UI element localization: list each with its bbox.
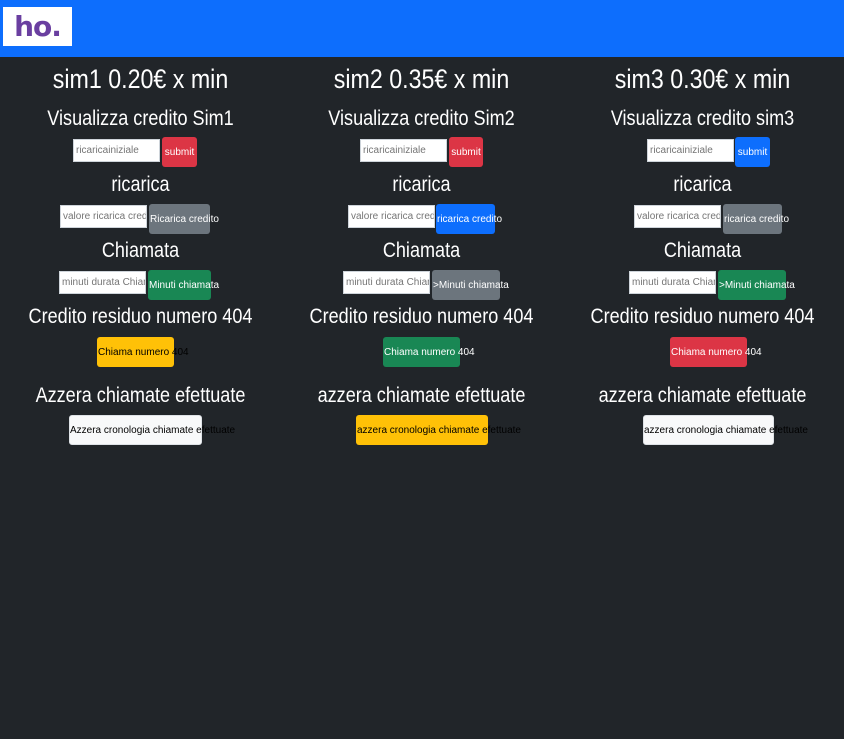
recharge-amount-input[interactable] — [348, 205, 435, 228]
reset-calls-heading: azzera chiamate efettuate — [598, 384, 807, 407]
initial-credit-input[interactable] — [73, 139, 160, 162]
recharge-button[interactable]: ricarica credito — [723, 204, 789, 234]
residual-credit-heading: Credito residuo numero 404 — [309, 305, 534, 328]
sim2-column: sim2 0.35€ x min Visualizza credito Sim2… — [281, 57, 562, 457]
call-minutes-button[interactable]: Minuti chiamata — [148, 270, 219, 300]
reset-calls-heading: azzera chiamate efettuate — [317, 384, 526, 407]
recharge-amount-input[interactable] — [60, 205, 147, 228]
call-404-button[interactable]: Chiama numero 404 — [670, 337, 762, 367]
reset-history-button[interactable]: Azzera cronologia chiamate efettuate — [69, 415, 235, 445]
sim-title: sim3 0.30€ x min — [614, 64, 791, 94]
reset-calls-heading: Azzera chiamate efettuate — [35, 384, 246, 407]
initial-credit-input[interactable] — [360, 139, 447, 162]
recharge-button[interactable]: ricarica credito — [436, 204, 502, 234]
recharge-button[interactable]: Ricarica credito — [149, 204, 219, 234]
navbar: ho. — [0, 0, 844, 57]
reset-history-button[interactable]: azzera cronologia chiamate efettuate — [356, 415, 521, 445]
sim3-column: sim3 0.30€ x min Visualizza credito sim3… — [562, 57, 843, 457]
sim-title: sim1 0.20€ x min — [52, 64, 229, 94]
recharge-amount-input[interactable] — [634, 205, 721, 228]
call-heading: Chiamata — [101, 239, 180, 262]
reset-history-button[interactable]: azzera cronologia chiamate efettuate — [643, 415, 808, 445]
call-heading: Chiamata — [382, 239, 461, 262]
credit-heading: Visualizza credito sim3 — [610, 107, 795, 130]
call-duration-input[interactable] — [343, 271, 430, 294]
submit-button[interactable]: submit — [449, 137, 483, 167]
initial-credit-input[interactable] — [647, 139, 734, 162]
credit-heading: Visualizza credito Sim2 — [328, 107, 515, 130]
submit-button[interactable]: submit — [162, 137, 197, 167]
credit-heading: Visualizza credito Sim1 — [47, 107, 234, 130]
call-404-button[interactable]: Chiama numero 404 — [97, 337, 189, 367]
residual-credit-heading: Credito residuo numero 404 — [28, 305, 253, 328]
recharge-heading: ricarica — [111, 173, 170, 196]
recharge-heading: ricarica — [673, 173, 732, 196]
brand-logo[interactable]: ho. — [3, 7, 72, 46]
call-heading: Chiamata — [663, 239, 742, 262]
sim1-column: sim1 0.20€ x min Visualizza credito Sim1… — [0, 57, 281, 457]
residual-credit-heading: Credito residuo numero 404 — [590, 305, 815, 328]
recharge-heading: ricarica — [392, 173, 451, 196]
call-duration-input[interactable] — [629, 271, 716, 294]
call-duration-input[interactable] — [59, 271, 146, 294]
call-404-button[interactable]: Chiama numero 404 — [383, 337, 475, 367]
sim-title: sim2 0.35€ x min — [333, 64, 510, 94]
call-minutes-button[interactable]: >Minuti chiamata — [432, 270, 509, 300]
submit-button[interactable]: submit — [735, 137, 770, 167]
call-minutes-button[interactable]: >Minuti chiamata — [718, 270, 795, 300]
brand-logo-text: ho. — [14, 10, 62, 43]
